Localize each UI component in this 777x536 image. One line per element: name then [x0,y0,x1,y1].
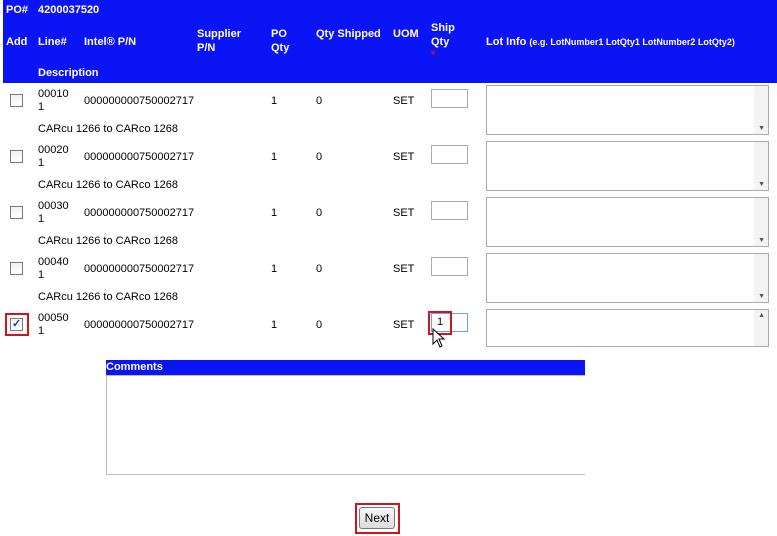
required-asterisk: * [431,49,436,61]
comments-header: Comments [106,360,585,375]
qty-shipped: 0 [316,95,323,107]
col-supplier-pn-1: Supplier [197,28,242,40]
col-intel-pn: Intel® P/N [84,36,137,48]
row-add-checkbox-checked[interactable] [10,317,23,331]
col-po-qty-1: PO [271,28,287,40]
line-number: 00010 [38,88,69,100]
row-add-checkbox[interactable] [10,150,23,163]
qty-shipped: 0 [316,319,323,331]
description: CARcu 1266 to CARco 1268 [38,179,179,191]
row-add-checkbox[interactable] [10,206,23,219]
intel-pn: 000000000750002717 [84,207,195,219]
lot-info-textarea[interactable]: ▲ [486,309,769,347]
ship-qty-input[interactable] [431,145,468,164]
uom: SET [393,263,415,275]
po-number: 4200037520 [38,4,100,16]
po-qty: 1 [271,319,278,331]
col-ship-qty-2: Qty [431,36,450,48]
col-description: Description [38,67,99,79]
scroll-down-icon[interactable]: ▼ [758,125,765,132]
line-sub: 1 [38,269,45,281]
scroll-down-icon[interactable]: ▼ [758,293,765,300]
line-sub: 1 [38,101,45,113]
next-button[interactable]: Next [359,507,395,529]
po-qty: 1 [271,207,278,219]
qty-shipped: 0 [316,151,323,163]
po-label: PO# [6,4,29,16]
col-lot-info: Lot Info (e.g. LotNumber1 LotQty1 LotNum… [486,36,735,49]
col-supplier-pn-2: P/N [197,42,216,54]
line-number: 00030 [38,200,69,212]
qty-shipped: 0 [316,263,323,275]
ship-qty-input[interactable] [431,257,468,276]
line-number: 00050 [38,312,69,324]
line-sub: 1 [38,157,45,169]
line-number: 00020 [38,144,69,156]
lot-info-textarea[interactable]: ▼ [486,197,769,247]
uom: SET [393,207,415,219]
po-qty: 1 [271,95,278,107]
qty-shipped: 0 [316,207,323,219]
col-line: Line# [38,36,67,48]
lot-info-textarea[interactable]: ▼ [486,85,769,135]
col-lot-info-hint: (e.g. LotNumber1 LotQty1 LotNumber2 LotQ… [529,37,735,47]
ship-qty-input[interactable] [431,89,468,108]
col-uom: UOM [393,28,419,40]
uom: SET [393,151,415,163]
comments-textarea[interactable] [106,375,585,475]
col-add: Add [6,36,28,48]
line-number: 00040 [38,256,69,268]
intel-pn: 000000000750002717 [84,95,195,107]
po-qty: 1 [271,263,278,275]
po-qty: 1 [271,151,278,163]
line-sub: 1 [38,325,45,337]
table-header: PO# 4200037520 Add Line# Intel® P/N Supp… [3,0,777,83]
uom: SET [393,319,415,331]
ship-qty-input[interactable] [431,201,468,220]
col-po-qty-2: Qty [271,42,290,54]
row-add-checkbox[interactable] [10,94,23,107]
col-ship-qty-1: Ship [431,22,455,34]
lot-info-textarea[interactable]: ▼ [486,141,769,191]
description: CARcu 1266 to CARco 1268 [38,123,179,135]
line-sub: 1 [38,213,45,225]
intel-pn: 000000000750002717 [84,263,195,275]
comments-label: Comments [106,361,163,373]
intel-pn: 000000000750002717 [84,151,195,163]
uom: SET [393,95,415,107]
description: CARcu 1266 to CARco 1268 [38,291,179,303]
col-lot-info-label: Lot Info [486,36,527,48]
mouse-cursor-icon [432,328,446,348]
row-add-checkbox[interactable] [10,262,23,275]
scroll-down-icon[interactable]: ▼ [758,181,765,188]
lot-info-textarea[interactable]: ▼ [486,253,769,303]
col-qty-shipped: Qty Shipped [316,28,381,40]
scroll-down-icon[interactable]: ▼ [758,237,765,244]
scroll-up-icon[interactable]: ▲ [758,312,765,319]
description: CARcu 1266 to CARco 1268 [38,235,179,247]
intel-pn: 000000000750002717 [84,319,195,331]
